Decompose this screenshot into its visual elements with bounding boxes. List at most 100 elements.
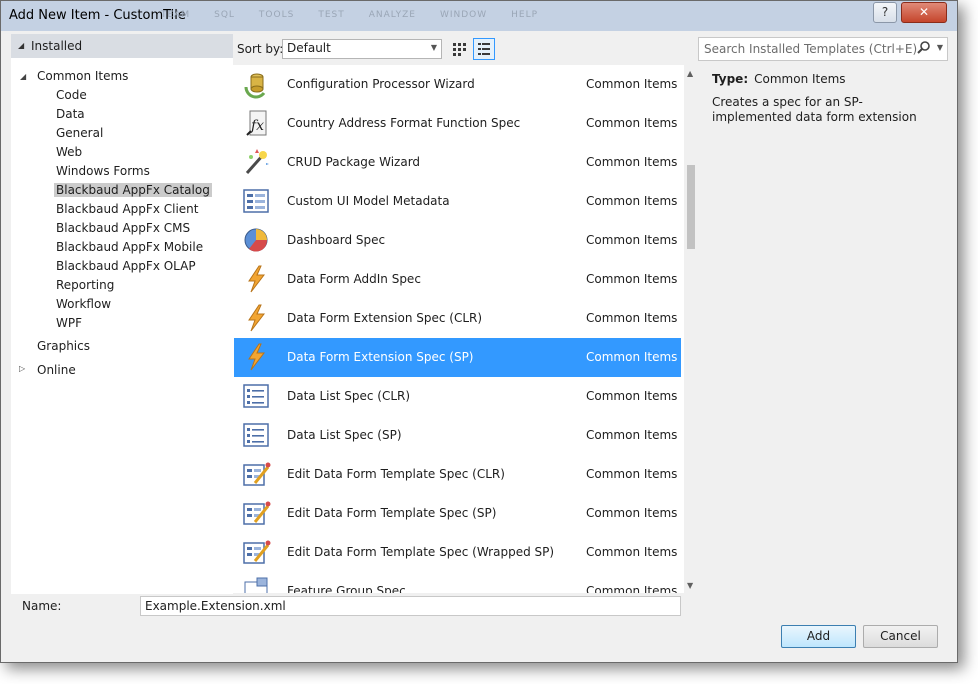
edit-form-icon	[241, 498, 271, 528]
tree-item-blackbaud-appfx-mobile[interactable]: Blackbaud AppFx Mobile	[56, 240, 203, 254]
template-name: Feature Group Spec	[287, 584, 406, 593]
tree-item-graphics[interactable]: Graphics	[37, 339, 90, 353]
scrollbar-thumb[interactable]	[687, 165, 695, 249]
wizard-wand-icon	[241, 147, 271, 177]
vertical-scrollbar[interactable]: ▲ ▼	[684, 65, 698, 593]
template-category: Common Items	[586, 467, 678, 481]
template-row[interactable]: Data List Spec (CLR) Common Items	[234, 377, 681, 416]
dialog-client: ◢ Installed ◢ Common Items Code Data General…	[8, 32, 949, 655]
template-name: Data Form AddIn Spec	[287, 272, 421, 286]
feature-group-icon	[241, 576, 271, 593]
template-name: Data List Spec (CLR)	[287, 389, 411, 403]
template-category: Common Items	[586, 545, 678, 559]
template-name: CRUD Package Wizard	[287, 155, 421, 169]
installed-label: Installed	[31, 39, 83, 53]
template-row[interactable]: Data Form AddIn Spec Common Items	[234, 260, 681, 299]
template-row[interactable]: Edit Data Form Template Spec (CLR) Common…	[234, 455, 681, 494]
tree-item-common-items[interactable]: Common Items	[37, 69, 128, 83]
background-menu-item: TEST	[318, 10, 345, 20]
template-category: Common Items	[586, 77, 678, 91]
template-list: Configuration Processor Wizard Common Ite…	[233, 65, 698, 593]
template-category: Common Items	[586, 116, 678, 130]
add-button[interactable]: Add	[781, 625, 856, 648]
tree-item-web[interactable]: Web	[56, 145, 82, 159]
template-row[interactable]: fx Country Address Format Function Spec Co…	[234, 104, 681, 143]
template-category: Common Items	[586, 506, 678, 520]
tree-item-blackbaud-appfx-client[interactable]: Blackbaud AppFx Client	[56, 202, 198, 216]
template-category: Common Items	[586, 311, 678, 325]
edit-form-icon	[241, 537, 271, 567]
lightning-icon	[241, 342, 271, 372]
collapsed-arrow-icon[interactable]: ▷	[19, 364, 25, 373]
scroll-up-arrow-icon[interactable]: ▲	[687, 69, 693, 78]
search-options-chevron-icon[interactable]: ▼	[937, 43, 943, 52]
name-label: Name:	[22, 599, 62, 613]
template-category: Common Items	[586, 350, 678, 364]
template-row[interactable]: CRUD Package Wizard Common Items	[234, 143, 681, 182]
lightning-icon	[241, 264, 271, 294]
template-row[interactable]: Feature Group Spec Common Items	[234, 572, 681, 593]
template-row[interactable]: Edit Data Form Template Spec (SP) Common …	[234, 494, 681, 533]
add-new-item-dialog: Add New Item - CustomTile TEAM SQL TOOLS TE…	[0, 0, 958, 663]
template-row[interactable]: Edit Data Form Template Spec (Wrapped SP…	[234, 533, 681, 572]
detail-type-label: Type:	[712, 72, 749, 86]
list-view-icon	[478, 43, 490, 55]
template-tree: ◢ Installed ◢ Common Items Code Data General…	[11, 34, 233, 594]
template-category: Common Items	[586, 584, 678, 593]
template-row[interactable]: Data Form Extension Spec (SP) Common Item…	[234, 338, 681, 377]
expand-arrow-icon[interactable]: ◢	[20, 72, 26, 81]
medium-icons-view-button[interactable]	[448, 38, 470, 60]
tree-item-blackbaud-appfx-olap[interactable]: Blackbaud AppFx OLAP	[56, 259, 196, 273]
tree-item-reporting[interactable]: Reporting	[56, 278, 114, 292]
template-category: Common Items	[586, 155, 678, 169]
list-icon	[241, 420, 271, 450]
svg-text:fx: fx	[250, 118, 264, 134]
function-fx-icon: fx	[241, 108, 271, 138]
help-button[interactable]: ?	[873, 2, 897, 23]
search-icon[interactable]	[917, 40, 931, 54]
tree-item-data[interactable]: Data	[56, 107, 85, 121]
template-name: Edit Data Form Template Spec (SP)	[287, 506, 497, 520]
template-row[interactable]: Dashboard Spec Common Items	[234, 221, 681, 260]
close-button[interactable]: ✕	[901, 2, 947, 23]
template-name: Configuration Processor Wizard	[287, 77, 475, 91]
tree-item-general[interactable]: General	[56, 126, 103, 140]
list-icon	[241, 381, 271, 411]
template-details: Type: Common Items Creates a spec for an …	[699, 65, 946, 593]
window-title: Add New Item - CustomTile	[9, 8, 186, 23]
template-row[interactable]: Configuration Processor Wizard Common Ite…	[234, 65, 681, 104]
name-input[interactable]: Example.Extension.xml	[140, 596, 681, 616]
grid-view-icon	[453, 43, 466, 56]
edit-form-icon	[241, 459, 271, 489]
details-view-button[interactable]	[473, 38, 495, 60]
tree-item-workflow[interactable]: Workflow	[56, 297, 111, 311]
sort-value: Default	[287, 41, 331, 55]
detail-type: Type: Common Items	[712, 72, 846, 86]
background-menu-item: HELP	[511, 10, 539, 20]
template-category: Common Items	[586, 389, 678, 403]
installed-header[interactable]: ◢ Installed	[11, 34, 233, 58]
form-grid-icon	[241, 186, 271, 216]
template-name: Data Form Extension Spec (CLR)	[287, 311, 483, 325]
template-category: Common Items	[586, 428, 678, 442]
lightning-icon	[241, 303, 271, 333]
tree-item-blackbaud-appfx-cms[interactable]: Blackbaud AppFx CMS	[56, 221, 190, 235]
tree-item-code[interactable]: Code	[56, 88, 87, 102]
sort-dropdown[interactable]: Default ▼	[282, 39, 442, 59]
tree-item-blackbaud-appfx-catalog[interactable]: Blackbaud AppFx Catalog	[54, 183, 212, 197]
search-placeholder: Search Installed Templates (Ctrl+E)	[704, 42, 918, 56]
template-row[interactable]: Custom UI Model Metadata Common Items	[234, 182, 681, 221]
tree-item-windows-forms[interactable]: Windows Forms	[56, 164, 150, 178]
template-row[interactable]: Data List Spec (SP) Common Items	[234, 416, 681, 455]
scroll-down-arrow-icon[interactable]: ▼	[687, 581, 693, 590]
template-name: Edit Data Form Template Spec (Wrapped SP…	[287, 545, 555, 559]
search-templates-input[interactable]: Search Installed Templates (Ctrl+E) ▼	[698, 37, 948, 61]
template-row[interactable]: Data Form Extension Spec (CLR) Common Ite…	[234, 299, 681, 338]
cancel-button[interactable]: Cancel	[863, 625, 938, 648]
tree-item-online[interactable]: Online	[37, 363, 76, 377]
template-name: Data List Spec (SP)	[287, 428, 402, 442]
sort-label: Sort by:	[237, 42, 284, 56]
background-menu-item: ANALYZE	[368, 10, 416, 20]
tree-item-wpf[interactable]: WPF	[56, 316, 82, 330]
expand-arrow-icon: ◢	[18, 41, 25, 50]
